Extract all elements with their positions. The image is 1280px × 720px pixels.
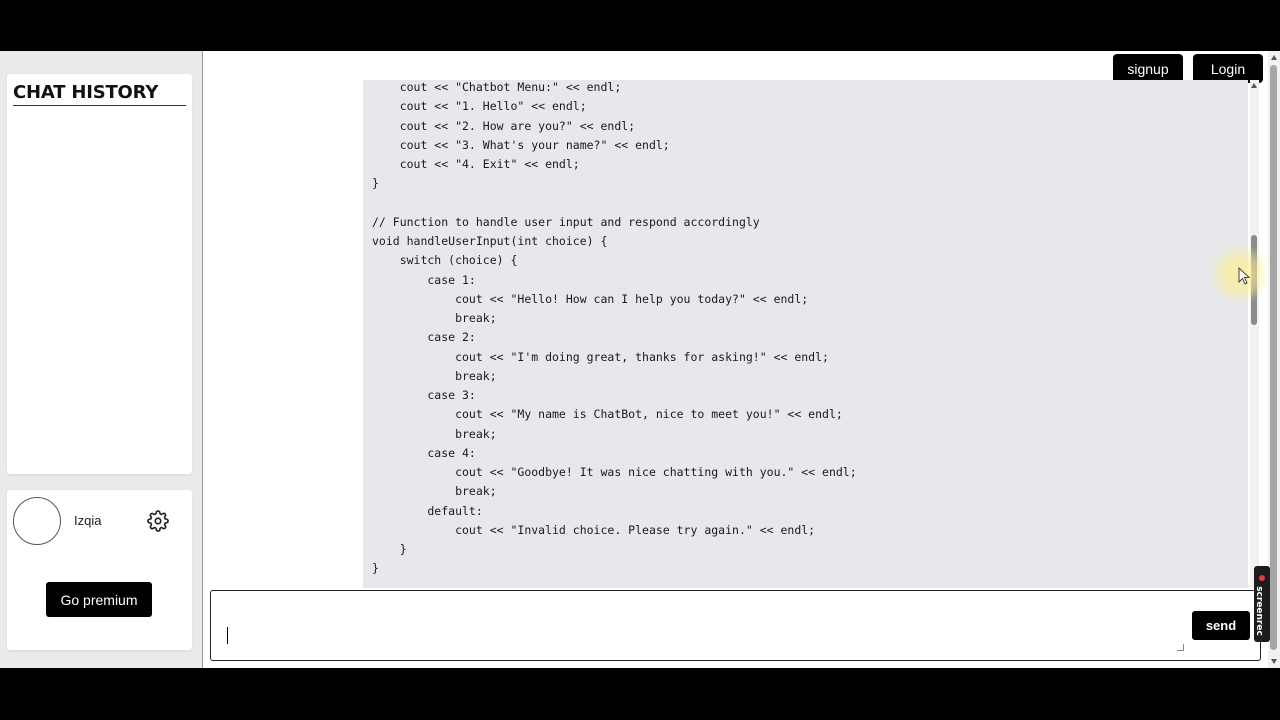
scroll-up-arrow-icon[interactable] (1251, 83, 1257, 88)
resize-grip-icon[interactable] (1177, 644, 1184, 651)
code-response-block: cout << "Chatbot Menu:" << endl; cout <<… (363, 80, 1248, 588)
send-button[interactable]: send (1192, 611, 1250, 640)
code-text: cout << "Chatbot Menu:" << endl; cout <<… (372, 80, 857, 579)
gear-icon[interactable] (147, 510, 169, 532)
code-line: cout << "Chatbot Menu:" << endl; (372, 80, 622, 94)
code-line: cout << "My name is ChatBot, nice to mee… (372, 407, 843, 422)
code-line: cout << "Goodbye! It was nice chatting w… (372, 465, 857, 479)
username: Izqia (74, 513, 102, 528)
code-line: break; (372, 484, 497, 499)
code-line: cout << "Hello! How can I help you today… (372, 291, 809, 306)
chat-history-panel: CHAT HISTORY (7, 74, 192, 474)
chat-scrollbar[interactable] (1250, 80, 1259, 588)
code-line: break; (372, 311, 497, 325)
avatar[interactable] (13, 497, 61, 545)
code-line: cout << "2. How are you?" << endl; (372, 118, 636, 133)
screenrec-watermark: screenrec (1254, 566, 1270, 642)
code-line: } (372, 176, 379, 191)
main-panel: signup Login cout << "Chatbot Menu:" << … (203, 51, 1280, 668)
code-line: cout << "Invalid choice. Please try agai… (372, 522, 816, 537)
message-composer: send (210, 590, 1261, 661)
code-line: case 3: (372, 388, 476, 402)
message-input[interactable] (219, 599, 1183, 653)
code-line: } (372, 542, 407, 556)
chat-history-title: CHAT HISTORY (13, 82, 186, 106)
user-panel: Izqia Go premium (7, 490, 192, 650)
go-premium-button[interactable]: Go premium (46, 582, 152, 617)
code-line: // Function to handle user input and res… (372, 214, 760, 229)
chat-messages[interactable]: cout << "Chatbot Menu:" << endl; cout <<… (203, 80, 1248, 588)
record-dot-icon (1259, 575, 1265, 581)
code-line: case 2: (372, 330, 476, 345)
watermark-text: screenrec (1253, 586, 1264, 636)
code-line: cout << "1. Hello" << endl; (372, 99, 587, 114)
code-line: case 1: (372, 272, 476, 287)
code-line: switch (choice) { (372, 253, 518, 268)
code-line: cout << "I'm doing great, thanks for ask… (372, 349, 829, 364)
page-scroll-down-arrow-icon[interactable] (1271, 659, 1277, 664)
page-scroll-up-arrow-icon[interactable] (1271, 55, 1277, 60)
page-scrollbar-thumb[interactable] (1270, 65, 1277, 650)
code-line: case 4: (372, 445, 476, 460)
code-line: cout << "3. What's your name?" << endl; (372, 137, 670, 152)
code-line: default: (372, 503, 483, 518)
login-button[interactable]: Login (1193, 54, 1263, 83)
chat-app: CHAT HISTORY Izqia Go premium signup Log… (0, 51, 1280, 668)
sidebar: CHAT HISTORY Izqia Go premium (0, 51, 203, 668)
chat-scrollbar-thumb[interactable] (1251, 235, 1257, 325)
signup-button[interactable]: signup (1113, 54, 1183, 83)
code-line: break; (372, 426, 497, 441)
code-line: cout << "4. Exit" << endl; (372, 157, 580, 171)
code-line: void handleUserInput(int choice) { (372, 234, 608, 248)
text-caret (227, 627, 228, 644)
code-line: break; (372, 368, 497, 383)
code-line: } (372, 561, 379, 576)
